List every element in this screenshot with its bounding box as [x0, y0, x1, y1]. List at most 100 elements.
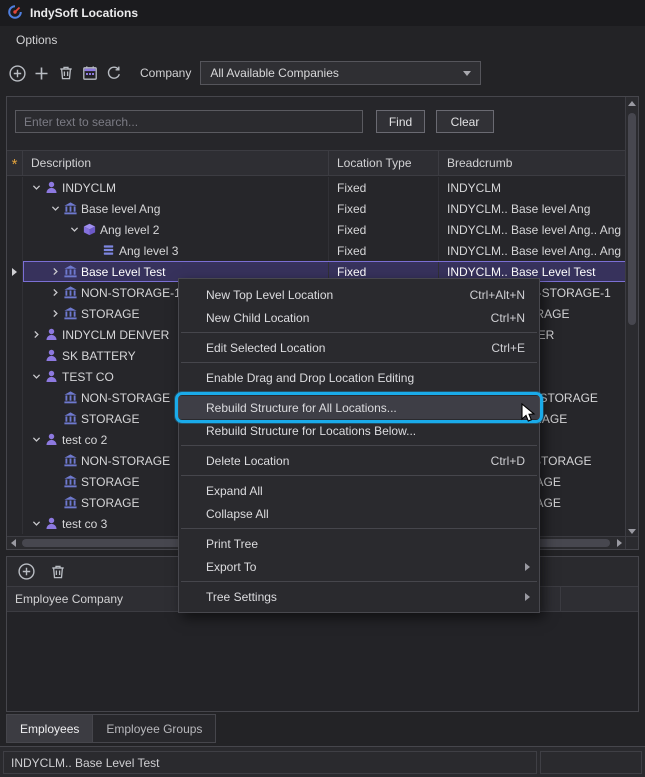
row-indicator-cell	[7, 408, 23, 429]
company-icon	[44, 327, 62, 342]
menu-separator	[181, 332, 537, 333]
menu-item-label: Collapse All	[206, 507, 269, 521]
company-icon	[44, 348, 62, 363]
expander-expanded-icon[interactable]	[67, 225, 82, 234]
menu-item[interactable]: Expand All	[179, 479, 539, 502]
refresh-button[interactable]	[102, 62, 125, 85]
main-toolbar: Company All Available Companies	[0, 54, 645, 92]
remove-employee-button[interactable]	[46, 560, 69, 583]
new-row-asterisk-icon: *	[12, 160, 18, 170]
menu-item-label: Export To	[206, 560, 256, 574]
expander-collapsed-icon[interactable]	[48, 267, 63, 276]
scroll-up-button[interactable]	[626, 97, 638, 110]
building-icon	[63, 453, 81, 468]
focused-row-arrow-icon	[12, 268, 17, 276]
scroll-left-button[interactable]	[7, 537, 20, 549]
tab-employees[interactable]: Employees	[6, 714, 93, 743]
tree-row[interactable]: Base level AngFixedINDYCLM.. Base level …	[7, 198, 626, 219]
add-child-location-button[interactable]	[30, 62, 53, 85]
expander-collapsed-icon[interactable]	[29, 330, 44, 339]
description-cell: Ang level 2	[23, 219, 329, 240]
menu-item[interactable]: Delete LocationCtrl+D	[179, 449, 539, 472]
column-header-location-type[interactable]: Location Type	[329, 151, 439, 175]
menu-separator	[181, 581, 537, 582]
menu-item[interactable]: Collapse All	[179, 502, 539, 525]
chevron-down-icon	[463, 71, 471, 76]
location-name: NON-STORAGE-1	[81, 286, 181, 300]
window-title: IndySoft Locations	[30, 6, 138, 20]
location-type-cell: Fixed	[329, 240, 439, 261]
menu-item[interactable]: Edit Selected LocationCtrl+E	[179, 336, 539, 359]
row-indicator-cell	[7, 492, 23, 513]
menu-item[interactable]: Rebuild Structure for Locations Below...	[179, 419, 539, 442]
app-window: IndySoft Locations Options Company All A…	[0, 0, 645, 777]
delete-location-button[interactable]	[54, 62, 77, 85]
description-cell: Ang level 3	[23, 240, 329, 261]
menubar: Options	[0, 26, 645, 54]
building-icon	[63, 201, 81, 216]
menu-item-label: New Child Location	[206, 311, 309, 325]
location-name: STORAGE	[81, 475, 139, 489]
menu-separator	[181, 475, 537, 476]
company-label: Company	[140, 66, 191, 80]
company-icon	[44, 516, 62, 531]
menu-separator	[181, 362, 537, 363]
search-input[interactable]	[15, 110, 363, 133]
find-button[interactable]: Find	[376, 110, 425, 133]
column-header-description[interactable]: Description	[23, 151, 329, 175]
location-name: test co 3	[62, 517, 107, 531]
box-icon	[82, 222, 100, 237]
location-name: Ang level 3	[119, 244, 178, 258]
menu-item[interactable]: New Child LocationCtrl+N	[179, 306, 539, 329]
tree-row[interactable]: Ang level 2FixedINDYCLM.. Base level Ang…	[7, 219, 626, 240]
row-indicator-cell	[7, 324, 23, 345]
employee-company-column-header[interactable]: Employee Company	[15, 592, 123, 606]
location-name: STORAGE	[81, 412, 139, 426]
menu-item[interactable]: Enable Drag and Drop Location Editing	[179, 366, 539, 389]
menu-item[interactable]: Tree Settings	[179, 585, 539, 608]
menu-item-label: Tree Settings	[206, 590, 277, 604]
expander-expanded-icon[interactable]	[29, 183, 44, 192]
app-logo-icon	[7, 4, 23, 23]
location-name: STORAGE	[81, 496, 139, 510]
column-header-breadcrumb[interactable]: Breadcrumb	[439, 151, 626, 175]
add-employee-button[interactable]	[15, 560, 38, 583]
menu-options[interactable]: Options	[10, 30, 63, 50]
location-name: Base Level Test	[81, 265, 166, 279]
menu-item[interactable]: Print Tree	[179, 532, 539, 555]
menu-item[interactable]: Export To	[179, 555, 539, 578]
location-name: NON-STORAGE	[81, 391, 170, 405]
building-icon	[63, 306, 81, 321]
location-name: Ang level 2	[100, 223, 159, 237]
clear-button[interactable]: Clear	[436, 110, 494, 133]
expander-collapsed-icon[interactable]	[48, 309, 63, 318]
expander-expanded-icon[interactable]	[48, 204, 63, 213]
employees-grid-body	[7, 612, 638, 711]
add-location-button[interactable]	[6, 62, 29, 85]
vertical-scrollbar[interactable]	[625, 97, 638, 538]
menu-item[interactable]: Rebuild Structure for All Locations...	[179, 396, 539, 419]
menu-item[interactable]: New Top Level LocationCtrl+Alt+N	[179, 283, 539, 306]
tree-row[interactable]: Ang level 3FixedINDYCLM.. Base level Ang…	[7, 240, 626, 261]
calendar-button[interactable]	[78, 62, 101, 85]
menu-separator	[181, 392, 537, 393]
expander-expanded-icon[interactable]	[29, 435, 44, 444]
expander-expanded-icon[interactable]	[29, 372, 44, 381]
menu-item-label: New Top Level Location	[206, 288, 333, 302]
expander-expanded-icon[interactable]	[29, 519, 44, 528]
tree-row[interactable]: INDYCLMFixedINDYCLM	[7, 177, 626, 198]
vertical-scroll-thumb[interactable]	[628, 113, 636, 325]
expander-collapsed-icon[interactable]	[48, 288, 63, 297]
menu-item-shortcut: Ctrl+E	[491, 341, 525, 355]
tab-employee-groups[interactable]: Employee Groups	[93, 714, 216, 743]
company-icon	[44, 369, 62, 384]
layers-icon	[101, 243, 119, 258]
bottom-tabs: Employees Employee Groups	[6, 714, 216, 744]
location-name: Base level Ang	[81, 202, 160, 216]
company-dropdown-value: All Available Companies	[210, 66, 339, 80]
row-indicator-cell	[7, 303, 23, 324]
breadcrumb-cell: INDYCLM.. Base level Ang	[439, 198, 626, 219]
row-indicator-cell	[7, 387, 23, 408]
status-breadcrumb-panel: INDYCLM.. Base Level Test	[3, 751, 537, 774]
company-dropdown[interactable]: All Available Companies	[200, 61, 481, 85]
